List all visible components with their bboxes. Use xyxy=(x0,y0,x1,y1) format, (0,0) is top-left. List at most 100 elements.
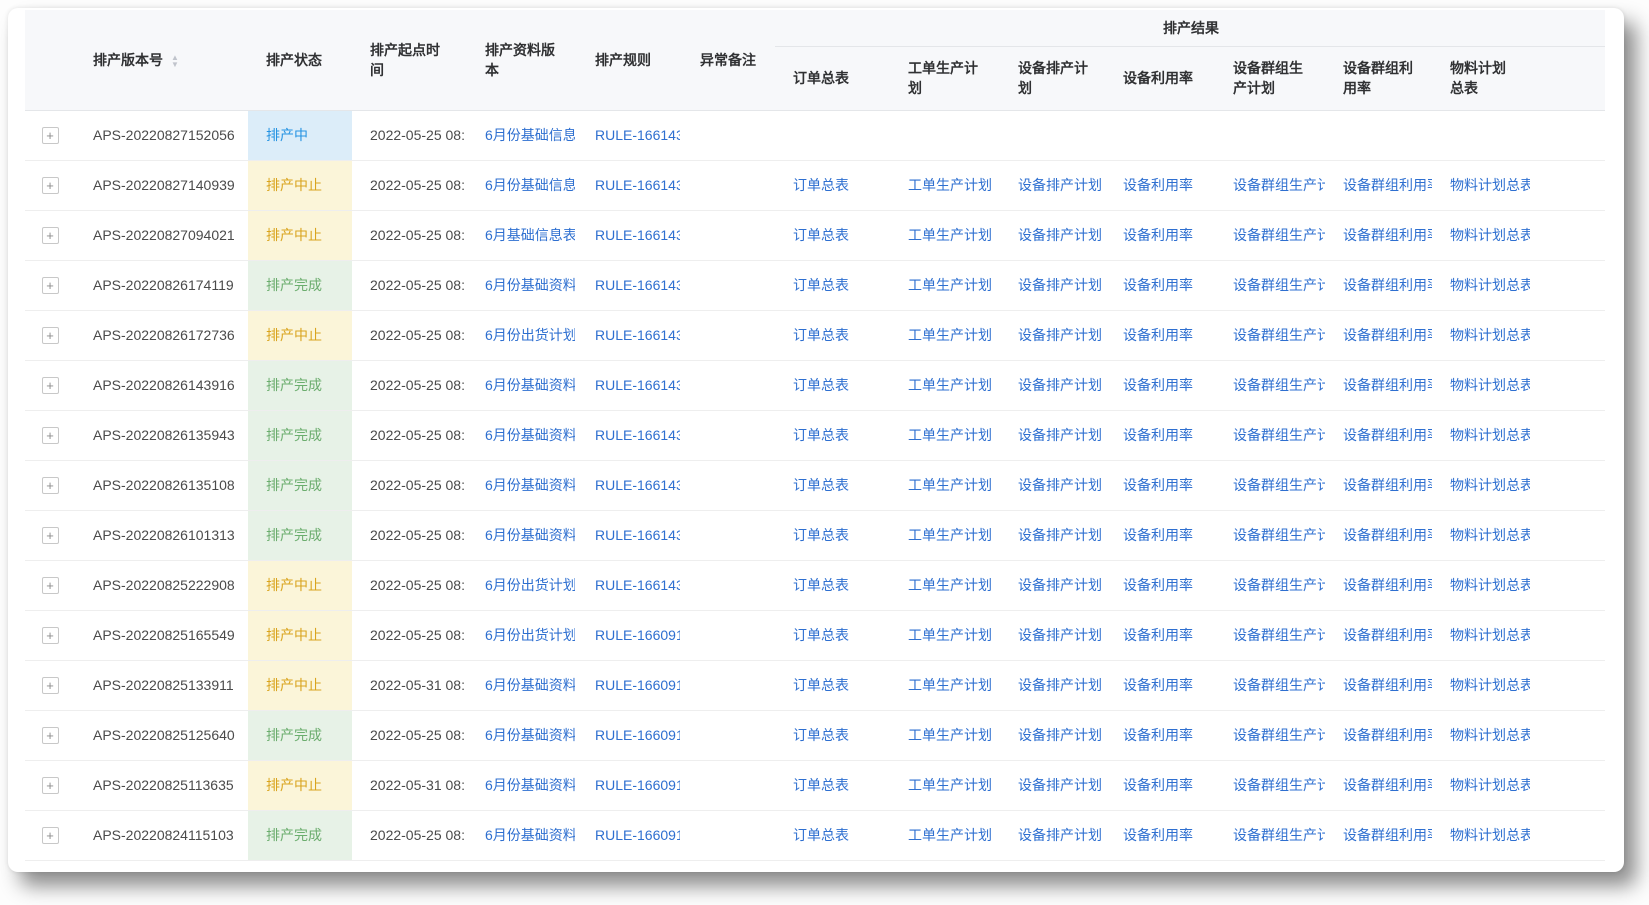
equipment-group-utilization-link[interactable]: 设备群组利用率 xyxy=(1343,225,1432,245)
equipment-utilization-link[interactable]: 设备利用率 xyxy=(1123,575,1215,595)
workorder-plan-link[interactable]: 工单生产计划 xyxy=(908,425,1000,445)
data-version-link[interactable]: 6月份基础资料 xyxy=(485,725,575,745)
expand-row-icon[interactable]: + xyxy=(42,377,59,394)
workorder-plan-link[interactable]: 工单生产计划 xyxy=(908,325,1000,345)
workorder-plan-link[interactable]: 工单生产计划 xyxy=(908,675,1000,695)
equipment-plan-link[interactable]: 设备排产计划 xyxy=(1018,775,1105,795)
rule-link[interactable]: RULE-166091998 xyxy=(595,727,680,743)
expand-row-icon[interactable]: + xyxy=(42,727,59,744)
equipment-group-utilization-link[interactable]: 设备群组利用率 xyxy=(1343,375,1432,395)
material-plan-total-link[interactable]: 物料计划总表 xyxy=(1450,225,1530,245)
expand-row-icon[interactable]: + xyxy=(42,477,59,494)
workorder-plan-link[interactable]: 工单生产计划 xyxy=(908,275,1000,295)
equipment-group-plan-link[interactable]: 设备群组生产计划 xyxy=(1233,375,1325,395)
rule-link[interactable]: RULE-166143771 xyxy=(595,577,680,593)
equipment-group-plan-link[interactable]: 设备群组生产计划 xyxy=(1233,225,1325,245)
rule-link[interactable]: RULE-166143771 xyxy=(595,177,680,193)
order-total-link[interactable]: 订单总表 xyxy=(793,375,890,395)
equipment-utilization-link[interactable]: 设备利用率 xyxy=(1123,375,1215,395)
rule-link[interactable]: RULE-166143771 xyxy=(595,327,680,343)
data-version-link[interactable]: 6月份出货计划 xyxy=(485,325,575,345)
equipment-plan-link[interactable]: 设备排产计划 xyxy=(1018,675,1105,695)
order-total-link[interactable]: 订单总表 xyxy=(793,825,890,845)
equipment-plan-link[interactable]: 设备排产计划 xyxy=(1018,725,1105,745)
order-total-link[interactable]: 订单总表 xyxy=(793,175,890,195)
rule-link[interactable]: RULE-166091998 xyxy=(595,627,680,643)
rule-link[interactable]: RULE-166143771 xyxy=(595,377,680,393)
data-version-link[interactable]: 6月份基础信息表 xyxy=(485,175,575,195)
material-plan-total-link[interactable]: 物料计划总表 xyxy=(1450,725,1530,745)
workorder-plan-link[interactable]: 工单生产计划 xyxy=(908,225,1000,245)
equipment-group-utilization-link[interactable]: 设备群组利用率 xyxy=(1343,425,1432,445)
data-version-link[interactable]: 6月份基础资料 xyxy=(485,775,575,795)
equipment-group-utilization-link[interactable]: 设备群组利用率 xyxy=(1343,775,1432,795)
rule-link[interactable]: RULE-166091998 xyxy=(595,677,680,693)
equipment-utilization-link[interactable]: 设备利用率 xyxy=(1123,425,1215,445)
material-plan-total-link[interactable]: 物料计划总表 xyxy=(1450,775,1530,795)
order-total-link[interactable]: 订单总表 xyxy=(793,275,890,295)
expand-row-icon[interactable]: + xyxy=(42,127,59,144)
rule-link[interactable]: RULE-166143771 xyxy=(595,477,680,493)
order-total-link[interactable]: 订单总表 xyxy=(793,625,890,645)
equipment-group-utilization-link[interactable]: 设备群组利用率 xyxy=(1343,675,1432,695)
equipment-utilization-link[interactable]: 设备利用率 xyxy=(1123,775,1215,795)
equipment-plan-link[interactable]: 设备排产计划 xyxy=(1018,475,1105,495)
workorder-plan-link[interactable]: 工单生产计划 xyxy=(908,375,1000,395)
rule-link[interactable]: RULE-166143771 xyxy=(595,227,680,243)
material-plan-total-link[interactable]: 物料计划总表 xyxy=(1450,275,1530,295)
material-plan-total-link[interactable]: 物料计划总表 xyxy=(1450,625,1530,645)
equipment-group-plan-link[interactable]: 设备群组生产计划 xyxy=(1233,575,1325,595)
expand-row-icon[interactable]: + xyxy=(42,777,59,794)
equipment-group-utilization-link[interactable]: 设备群组利用率 xyxy=(1343,625,1432,645)
material-plan-total-link[interactable]: 物料计划总表 xyxy=(1450,475,1530,495)
material-plan-total-link[interactable]: 物料计划总表 xyxy=(1450,575,1530,595)
material-plan-total-link[interactable]: 物料计划总表 xyxy=(1450,325,1530,345)
workorder-plan-link[interactable]: 工单生产计划 xyxy=(908,825,1000,845)
equipment-plan-link[interactable]: 设备排产计划 xyxy=(1018,825,1105,845)
equipment-utilization-link[interactable]: 设备利用率 xyxy=(1123,625,1215,645)
workorder-plan-link[interactable]: 工单生产计划 xyxy=(908,625,1000,645)
material-plan-total-link[interactable]: 物料计划总表 xyxy=(1450,525,1530,545)
equipment-group-plan-link[interactable]: 设备群组生产计划 xyxy=(1233,175,1325,195)
equipment-group-plan-link[interactable]: 设备群组生产计划 xyxy=(1233,625,1325,645)
equipment-plan-link[interactable]: 设备排产计划 xyxy=(1018,525,1105,545)
expand-row-icon[interactable]: + xyxy=(42,177,59,194)
order-total-link[interactable]: 订单总表 xyxy=(793,425,890,445)
order-total-link[interactable]: 订单总表 xyxy=(793,575,890,595)
order-total-link[interactable]: 订单总表 xyxy=(793,725,890,745)
equipment-utilization-link[interactable]: 设备利用率 xyxy=(1123,675,1215,695)
equipment-group-plan-link[interactable]: 设备群组生产计划 xyxy=(1233,475,1325,495)
rule-link[interactable]: RULE-166143771 xyxy=(595,277,680,293)
equipment-plan-link[interactable]: 设备排产计划 xyxy=(1018,625,1105,645)
workorder-plan-link[interactable]: 工单生产计划 xyxy=(908,525,1000,545)
equipment-group-utilization-link[interactable]: 设备群组利用率 xyxy=(1343,275,1432,295)
data-version-link[interactable]: 6月份基础资料 xyxy=(485,375,575,395)
equipment-utilization-link[interactable]: 设备利用率 xyxy=(1123,275,1215,295)
data-version-link[interactable]: 6月份出货计划 xyxy=(485,625,575,645)
order-total-link[interactable]: 订单总表 xyxy=(793,325,890,345)
equipment-plan-link[interactable]: 设备排产计划 xyxy=(1018,325,1105,345)
equipment-utilization-link[interactable]: 设备利用率 xyxy=(1123,525,1215,545)
equipment-group-plan-link[interactable]: 设备群组生产计划 xyxy=(1233,825,1325,845)
workorder-plan-link[interactable]: 工单生产计划 xyxy=(908,175,1000,195)
workorder-plan-link[interactable]: 工单生产计划 xyxy=(908,575,1000,595)
equipment-utilization-link[interactable]: 设备利用率 xyxy=(1123,175,1215,195)
equipment-group-plan-link[interactable]: 设备群组生产计划 xyxy=(1233,775,1325,795)
workorder-plan-link[interactable]: 工单生产计划 xyxy=(908,475,1000,495)
equipment-utilization-link[interactable]: 设备利用率 xyxy=(1123,725,1215,745)
equipment-plan-link[interactable]: 设备排产计划 xyxy=(1018,175,1105,195)
workorder-plan-link[interactable]: 工单生产计划 xyxy=(908,725,1000,745)
equipment-plan-link[interactable]: 设备排产计划 xyxy=(1018,275,1105,295)
order-total-link[interactable]: 订单总表 xyxy=(793,475,890,495)
data-version-link[interactable]: 6月份基础资料 xyxy=(485,675,575,695)
equipment-group-utilization-link[interactable]: 设备群组利用率 xyxy=(1343,725,1432,745)
order-total-link[interactable]: 订单总表 xyxy=(793,675,890,695)
expand-row-icon[interactable]: + xyxy=(42,427,59,444)
expand-row-icon[interactable]: + xyxy=(42,827,59,844)
sort-control[interactable]: ▲▼ xyxy=(171,54,179,68)
expand-row-icon[interactable]: + xyxy=(42,227,59,244)
equipment-group-plan-link[interactable]: 设备群组生产计划 xyxy=(1233,425,1325,445)
material-plan-total-link[interactable]: 物料计划总表 xyxy=(1450,175,1530,195)
equipment-group-plan-link[interactable]: 设备群组生产计划 xyxy=(1233,275,1325,295)
expand-row-icon[interactable]: + xyxy=(42,577,59,594)
